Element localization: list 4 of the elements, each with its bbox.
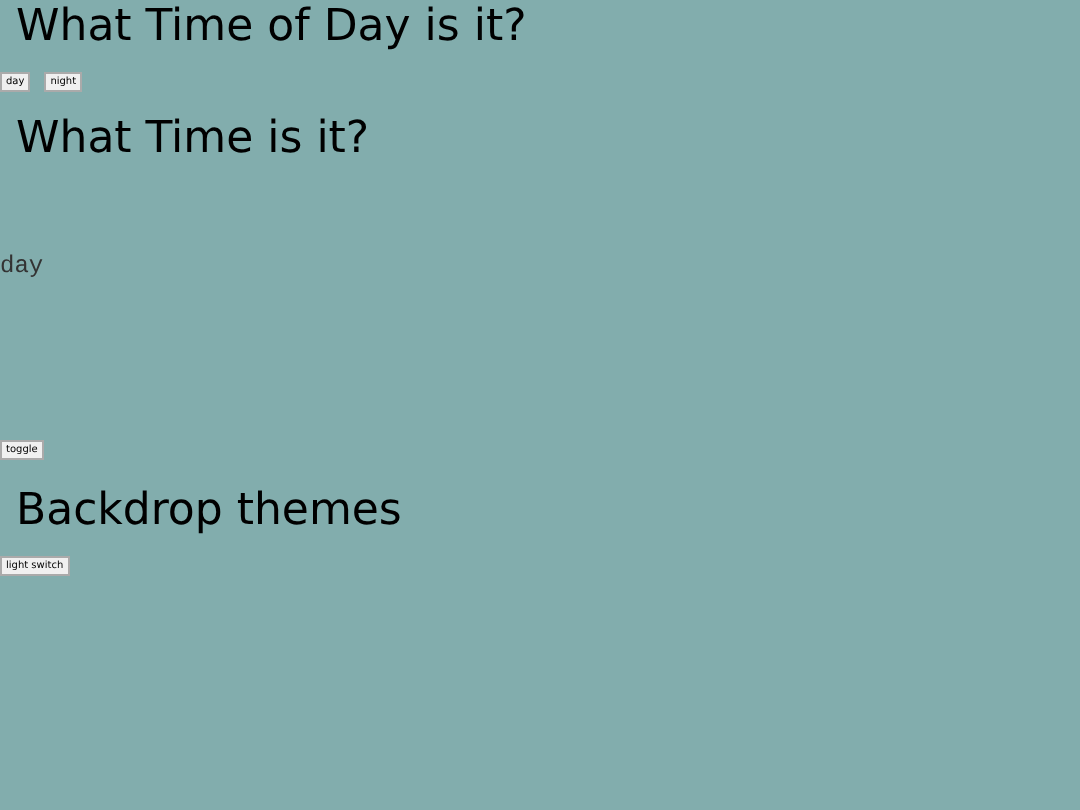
heading: What Time is it? (14, 112, 372, 168)
heading: What Time of Day is it? (14, 0, 529, 56)
heading: Backdrop themes (14, 484, 404, 540)
time-readout: day (0, 250, 46, 284)
